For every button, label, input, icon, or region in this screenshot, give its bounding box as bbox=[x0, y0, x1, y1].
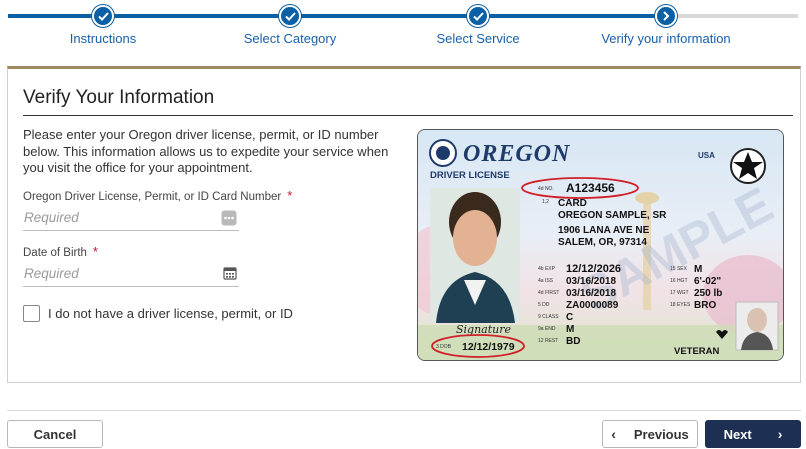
step-label-select-category: Select Category bbox=[243, 31, 337, 46]
step-3-complete-icon bbox=[467, 5, 489, 27]
sex-value: M bbox=[694, 264, 702, 275]
step-label-verify-information: Verify your information bbox=[601, 31, 731, 46]
eyes-label: 18 EYES bbox=[670, 302, 691, 308]
end-value: M bbox=[566, 324, 574, 335]
chevron-left-icon: ‹ bbox=[611, 426, 616, 442]
page-title: Verify Your Information bbox=[23, 87, 215, 108]
hgt-label: 16 HGT bbox=[670, 278, 688, 284]
step-connector-remaining bbox=[678, 14, 798, 18]
chevron-right-icon: › bbox=[777, 426, 783, 442]
date-of-birth-input[interactable]: Required bbox=[23, 263, 239, 287]
hgt-value: 6'-02" bbox=[694, 276, 721, 287]
name-line-2: OREGON SAMPLE, SR bbox=[558, 210, 667, 221]
intro-text: Please enter your Oregon driver license,… bbox=[23, 127, 389, 175]
dl-number-value: A123456 bbox=[566, 181, 615, 195]
iss-value: 03/16/2018 bbox=[566, 276, 616, 287]
class-label: 9 CLASS bbox=[538, 314, 559, 320]
sex-label: 15 SEX bbox=[670, 266, 688, 272]
license-number-placeholder: Required bbox=[24, 210, 79, 225]
license-country: USA bbox=[698, 151, 715, 160]
verify-information-card: Verify Your Information Please enter you… bbox=[7, 66, 801, 383]
exp-label: 4b EXP bbox=[538, 266, 556, 272]
iss-label: 4a ISS bbox=[538, 278, 554, 284]
required-marker: * bbox=[92, 244, 98, 259]
rest-label: 12 REST bbox=[538, 338, 558, 344]
first-label: 4d FIRST bbox=[538, 290, 559, 296]
step-label-select-service: Select Service bbox=[436, 31, 520, 46]
license-number-label-text: Oregon Driver License, Permit, or ID Car… bbox=[23, 191, 282, 203]
end-label: 9a END bbox=[538, 326, 556, 332]
date-of-birth-label-text: Date of Birth bbox=[23, 247, 87, 259]
dob-value: 12/12/1979 bbox=[462, 341, 515, 353]
wgt-label: 17 WGT bbox=[670, 290, 689, 296]
cancel-button[interactable]: Cancel bbox=[7, 420, 103, 448]
license-number-input[interactable]: Required bbox=[23, 207, 239, 231]
previous-button-label: Previous bbox=[633, 426, 689, 442]
required-marker: * bbox=[287, 188, 293, 203]
eyes-value: BRO bbox=[694, 300, 716, 311]
progress-stepper: Instructions Select Category Select Serv… bbox=[0, 0, 806, 62]
calendar-icon[interactable] bbox=[223, 266, 237, 285]
no-license-checkbox-row[interactable]: I do not have a driver license, permit, … bbox=[23, 305, 293, 322]
license-number-label: Oregon Driver License, Permit, or ID Car… bbox=[23, 188, 292, 203]
dd-label: 5 DD bbox=[538, 302, 550, 308]
title-divider bbox=[23, 115, 793, 116]
wgt-value: 250 lb bbox=[694, 288, 722, 299]
footer-divider bbox=[7, 410, 801, 411]
rest-value: BD bbox=[566, 336, 580, 347]
next-button-label: Next bbox=[723, 426, 752, 442]
class-value: C bbox=[566, 312, 573, 323]
veteran-label: VETERAN bbox=[674, 346, 720, 357]
address-line-2: SALEM, OR, 97314 bbox=[558, 237, 647, 248]
license-type: DRIVER LICENSE bbox=[430, 170, 510, 181]
step-1-complete-icon bbox=[92, 5, 114, 27]
next-button[interactable]: Next › bbox=[705, 420, 801, 448]
first-value: 03/16/2018 bbox=[566, 288, 616, 299]
exp-value: 12/12/2026 bbox=[566, 263, 621, 275]
name-line-1: CARD bbox=[558, 198, 587, 209]
license-signature: Signature bbox=[456, 323, 512, 336]
id-card-icon[interactable] bbox=[221, 210, 237, 231]
dob-label: 3 DOB bbox=[436, 344, 452, 350]
cancel-button-label: Cancel bbox=[33, 426, 77, 442]
license-state: OREGON bbox=[463, 141, 571, 167]
step-label-instructions: Instructions bbox=[69, 31, 137, 46]
sample-license-image: OREGON DRIVER LICENSE USA SAMPLE Signatu… bbox=[417, 129, 784, 361]
dl-number-label: 4d NO. bbox=[538, 186, 554, 192]
step-4-current-icon bbox=[655, 5, 677, 27]
date-of-birth-label: Date of Birth * bbox=[23, 244, 98, 259]
no-license-checkbox[interactable] bbox=[23, 305, 40, 322]
previous-button[interactable]: ‹ Previous bbox=[602, 420, 698, 448]
dd-value: ZA0000089 bbox=[566, 300, 619, 311]
step-2-complete-icon bbox=[279, 5, 301, 27]
no-license-checkbox-label[interactable]: I do not have a driver license, permit, … bbox=[48, 306, 293, 321]
date-of-birth-placeholder: Required bbox=[24, 266, 79, 281]
address-line-1: 1906 LANA AVE NE bbox=[558, 225, 650, 236]
name-prefix: 1,2 bbox=[542, 199, 549, 205]
